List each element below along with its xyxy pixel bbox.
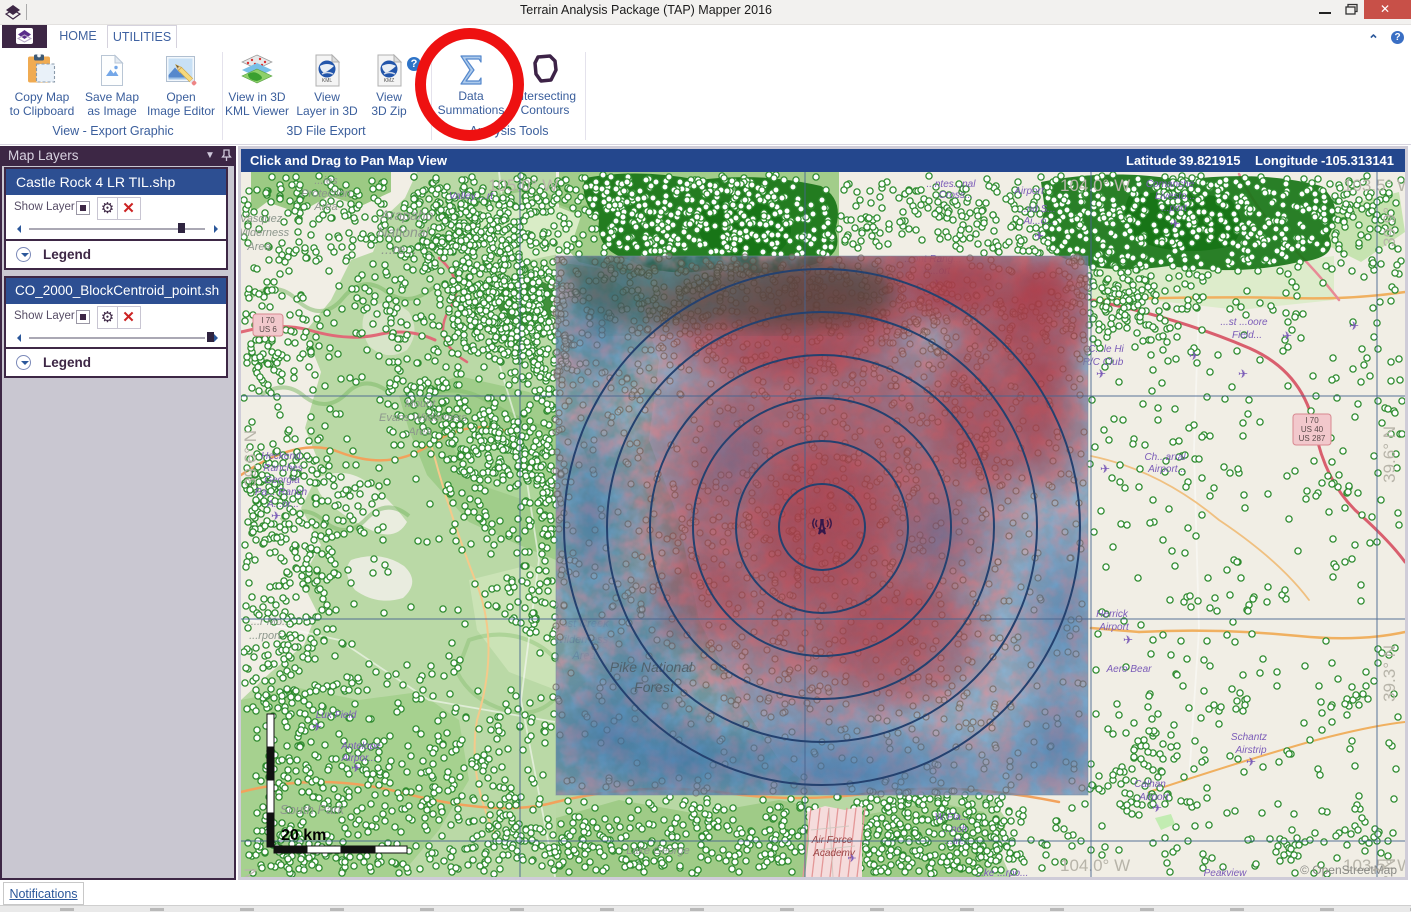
svg-text:KML: KML xyxy=(322,78,333,84)
svg-text:KMZ: KMZ xyxy=(384,78,395,84)
